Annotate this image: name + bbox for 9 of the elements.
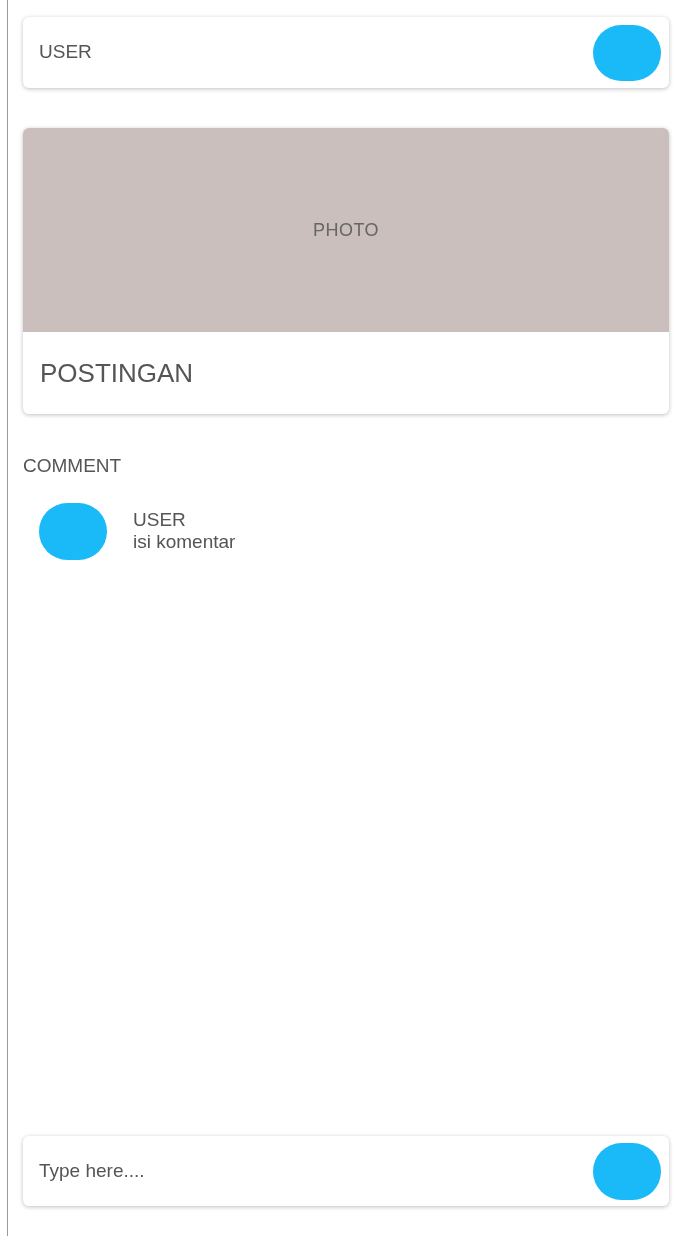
comment-user: USER: [133, 509, 187, 531]
comment-text: isi komentar: [133, 531, 236, 553]
avatar: [39, 502, 107, 560]
send-button[interactable]: [593, 1142, 661, 1200]
comments-heading: COMMENT: [23, 454, 123, 478]
comment-input[interactable]: Type here....: [39, 1156, 593, 1186]
photo-label: PHOTO: [313, 218, 379, 242]
user-name: USER: [39, 40, 92, 65]
post-caption: POSTINGAN: [40, 356, 194, 390]
